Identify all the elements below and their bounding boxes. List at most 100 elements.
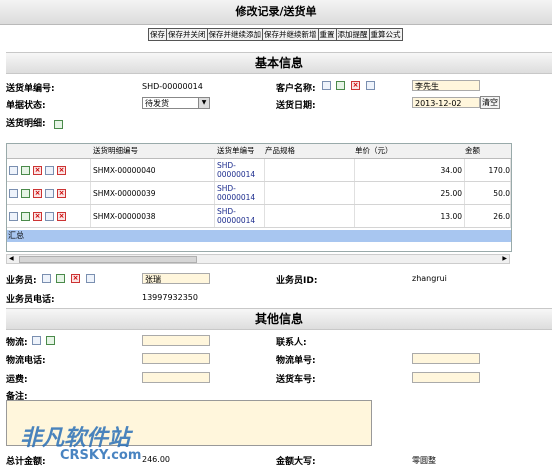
logistics-phone-field[interactable] xyxy=(142,353,210,364)
row-actions: × × xyxy=(7,205,91,227)
copy-icon[interactable] xyxy=(45,165,54,175)
watermark-site: CRSKY.com xyxy=(60,448,142,463)
cell-amount: 26.0 xyxy=(465,205,511,227)
add-logistics-icon[interactable] xyxy=(46,336,55,345)
logistics-phone-label: 物流电话: xyxy=(6,356,46,366)
remove-icon[interactable]: × xyxy=(57,165,66,175)
save-button[interactable]: 保存 xyxy=(148,28,167,41)
col-price: 单价（元） xyxy=(355,144,393,159)
add-contact-icon[interactable] xyxy=(336,81,345,90)
salesman-id-value: zhangrui xyxy=(412,274,447,283)
recalc-formula-button[interactable]: 重算公式 xyxy=(368,28,403,41)
salesman-label: 业务员: xyxy=(6,276,37,286)
details-table: 送货明细编号 送货单编号 产品规格 单价（元） 金额 × × SHMX-0000… xyxy=(6,143,512,252)
status-label: 单据状态: xyxy=(6,101,46,111)
add-detail-icon[interactable] xyxy=(54,120,63,129)
view-icon[interactable] xyxy=(9,165,18,175)
freight-label: 运费: xyxy=(6,375,28,385)
cell-spec xyxy=(265,182,355,204)
col-detail-no: 送货明细编号 xyxy=(93,144,138,159)
date-field[interactable]: 2013-12-02 xyxy=(412,97,480,108)
edit-icon[interactable] xyxy=(21,165,30,175)
table-row[interactable]: × × SHMX-00000039 SHD-00000014 25.00 50.… xyxy=(7,182,511,205)
total-upper-value: 零圆整 xyxy=(412,456,436,465)
section-other-info: 其他信息 xyxy=(6,308,552,330)
salesman-id-label: 业务员ID: xyxy=(276,276,318,286)
contact-label: 联系人: xyxy=(276,338,307,348)
copy-icon[interactable] xyxy=(45,188,54,198)
row-actions: × × xyxy=(7,182,91,204)
col-spec: 产品规格 xyxy=(265,144,295,159)
col-amount: 金额 xyxy=(465,144,480,159)
delete-icon[interactable]: × xyxy=(33,188,42,198)
remove-icon[interactable]: × xyxy=(57,211,66,221)
table-row[interactable]: × × SHMX-00000038 SHD-00000014 13.00 26.… xyxy=(7,205,511,228)
delete-icon[interactable]: × xyxy=(33,165,42,175)
customer-label: 客户名称: xyxy=(276,84,316,94)
add-contact-icon[interactable] xyxy=(56,274,65,283)
status-select[interactable]: 待发货 ▼ xyxy=(142,97,210,109)
cell-detail-no: SHMX-00000038 xyxy=(91,205,215,227)
cell-spec xyxy=(265,205,355,227)
table-row[interactable]: × × SHMX-00000040 SHD-00000014 34.00 170… xyxy=(7,159,511,182)
view-icon[interactable] xyxy=(9,211,18,221)
cell-spec xyxy=(265,159,355,181)
phone-value: 13997932350 xyxy=(142,293,198,302)
view-icon[interactable] xyxy=(9,188,18,198)
select-list-icon[interactable] xyxy=(42,274,51,283)
car-no-label: 送货车号: xyxy=(276,375,316,385)
detail-icon[interactable] xyxy=(86,274,95,283)
cell-detail-no: SHMX-00000039 xyxy=(91,182,215,204)
date-clear-button[interactable]: 清空 xyxy=(480,96,500,109)
copy-icon[interactable] xyxy=(45,211,54,221)
save-continue-add-button[interactable]: 保存并继续添加 xyxy=(206,28,263,41)
scroll-left-icon[interactable]: ◀ xyxy=(9,255,14,262)
cell-amount: 50.0 xyxy=(465,182,511,204)
delete-icon[interactable]: × xyxy=(33,211,42,221)
cell-amount: 170.0 xyxy=(465,159,511,181)
cell-price: 34.00 xyxy=(355,159,465,181)
detail-icon[interactable] xyxy=(366,81,375,90)
clear-icon[interactable]: × xyxy=(351,81,360,90)
freight-field[interactable] xyxy=(142,372,210,383)
cell-order-no[interactable]: SHD-00000014 xyxy=(215,159,265,181)
logistics-no-field[interactable] xyxy=(412,353,480,364)
scroll-right-icon[interactable]: ▶ xyxy=(502,255,507,262)
select-list-icon[interactable] xyxy=(322,81,331,90)
details-label: 送货明细: xyxy=(6,119,46,129)
horizontal-scrollbar[interactable]: ◀ ▶ xyxy=(6,254,510,264)
chevron-down-icon[interactable]: ▼ xyxy=(198,98,209,108)
cell-order-no[interactable]: SHD-00000014 xyxy=(215,182,265,204)
edit-icon[interactable] xyxy=(21,211,30,221)
date-label: 送货日期: xyxy=(276,101,316,111)
window-title: 修改记录/送货单 xyxy=(0,0,552,25)
section-basic-info: 基本信息 xyxy=(6,52,552,74)
summary-row: 汇总 xyxy=(7,230,511,242)
clear-icon[interactable]: × xyxy=(71,274,80,283)
save-close-button[interactable]: 保存并关闭 xyxy=(166,28,208,41)
customer-field[interactable]: 李先生 xyxy=(412,80,480,91)
table-header xyxy=(7,144,511,159)
total-value: 246.00 xyxy=(142,455,170,464)
row-actions: × × xyxy=(7,159,91,181)
col-order-no: 送货单编号 xyxy=(217,144,255,159)
order-no-label: 送货单编号: xyxy=(6,84,55,94)
edit-icon[interactable] xyxy=(21,188,30,198)
save-continue-new-button[interactable]: 保存并继续新增 xyxy=(262,28,319,41)
cell-price: 25.00 xyxy=(355,182,465,204)
cell-detail-no: SHMX-00000040 xyxy=(91,159,215,181)
logistics-field[interactable] xyxy=(142,335,210,346)
scrollbar-thumb[interactable] xyxy=(19,256,197,263)
add-reminder-button[interactable]: 添加提醒 xyxy=(335,28,370,41)
logistics-no-label: 物流单号: xyxy=(276,356,316,366)
cell-order-no[interactable]: SHD-00000014 xyxy=(215,205,265,227)
car-no-field[interactable] xyxy=(412,372,480,383)
select-list-icon[interactable] xyxy=(32,336,41,345)
remove-icon[interactable]: × xyxy=(57,188,66,198)
total-label: 总计金额: xyxy=(6,457,46,467)
salesman-field[interactable]: 张瑞 xyxy=(142,273,210,284)
toolbar: 保存 保存并关闭 保存并继续添加 保存并继续新增 重置 添加提醒 重算公式 xyxy=(148,28,403,41)
total-upper-label: 金额大写: xyxy=(276,457,316,467)
reset-button[interactable]: 重置 xyxy=(317,28,337,41)
order-no-value: SHD-00000014 xyxy=(142,82,203,91)
